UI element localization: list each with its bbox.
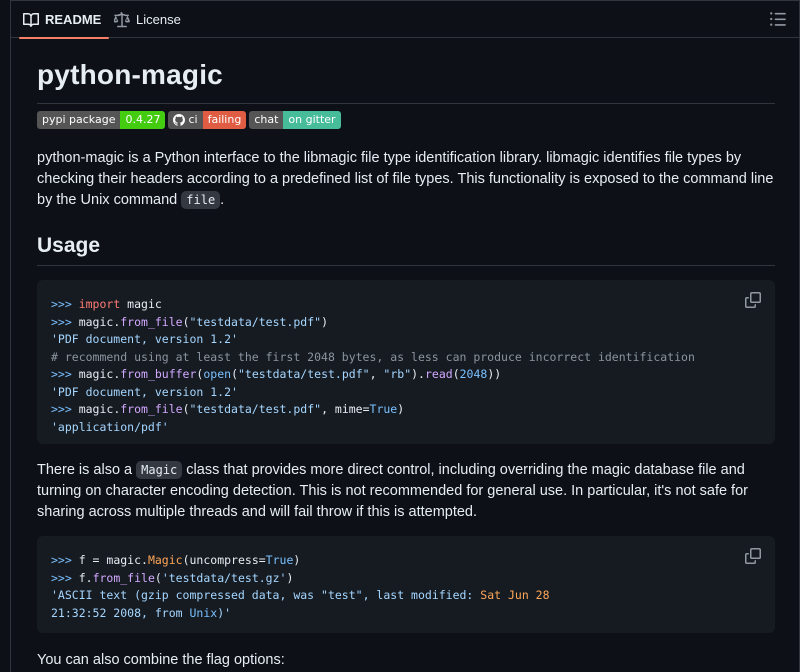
code-line: # recommend using at least the first 204… xyxy=(51,349,695,364)
scale-icon xyxy=(114,11,130,28)
ci-badge[interactable]: ci failing xyxy=(168,111,247,129)
ci-badge-status: failing xyxy=(202,111,247,129)
readme-panel: README License python-magic pypi package… xyxy=(10,0,800,672)
copy-button[interactable] xyxy=(745,548,761,564)
list-unordered-icon xyxy=(770,12,786,26)
code-line: >>> magic.from_buffer(open("testdata/tes… xyxy=(51,367,502,381)
code-line: >>> f = magic.Magic(uncompress=True) xyxy=(51,553,301,567)
title-divider xyxy=(37,103,775,104)
code-block-magic-class: >>> f = magic.Magic(uncompress=True) >>> … xyxy=(37,536,775,633)
magic-class-paragraph: There is also a Magic class that provide… xyxy=(37,460,777,523)
github-logo-icon xyxy=(173,114,186,126)
copy-icon xyxy=(745,548,761,564)
combine-flags-paragraph: You can also combine the flag options: xyxy=(37,652,285,668)
readme-tabbar: README License xyxy=(11,1,800,39)
usage-divider xyxy=(37,265,775,266)
code-block-usage: >>> import magic >>> magic.from_file("tes… xyxy=(37,280,775,444)
code-line: >>> f.from_file('testdata/test.gz') xyxy=(51,570,294,585)
gitter-badge-value: on gitter xyxy=(283,111,341,129)
pypi-badge[interactable]: pypi package 0.4.27 xyxy=(37,111,166,129)
book-icon xyxy=(23,12,39,28)
code-line: >>> import magic xyxy=(51,297,162,311)
tab-license-label: License xyxy=(136,12,181,27)
tab-license[interactable]: License xyxy=(114,1,181,38)
code-line: >>> magic.from_file("testdata/test.pdf",… xyxy=(51,402,405,416)
copy-icon xyxy=(745,292,761,308)
ci-badge-label-wrap: ci xyxy=(168,111,203,129)
tab-readme[interactable]: README xyxy=(18,1,110,39)
intro-paragraph: python-magic is a Python interface to th… xyxy=(37,148,777,211)
tab-readme-label: README xyxy=(45,12,102,27)
code-lines: >>> f = magic.Magic(uncompress=True) >>> … xyxy=(51,552,550,622)
gitter-badge[interactable]: chat on gitter xyxy=(249,111,341,129)
gitter-badge-label: chat xyxy=(249,111,284,129)
pypi-badge-label: pypi package xyxy=(37,111,121,129)
badge-row: pypi package 0.4.27 ci failing chat on g… xyxy=(37,111,341,129)
inline-code-magic: Magic xyxy=(136,461,183,479)
outline-button[interactable] xyxy=(769,10,787,28)
code-line: 'PDF document, version 1.2' xyxy=(51,384,238,399)
intro-text: python-magic is a Python interface to th… xyxy=(37,150,774,208)
intro-end: . xyxy=(220,192,225,208)
para2-text-a: There is also a xyxy=(37,462,137,478)
code-line: 21:32:52 2008, from Unix)' xyxy=(51,605,232,620)
page-title: python-magic xyxy=(37,59,223,90)
inline-code-file: file xyxy=(181,191,221,209)
copy-button[interactable] xyxy=(745,292,761,308)
usage-heading: Usage xyxy=(37,234,101,257)
code-lines: >>> import magic >>> magic.from_file("tes… xyxy=(51,296,695,436)
code-line: 'application/pdf' xyxy=(51,419,169,434)
pypi-badge-version: 0.4.27 xyxy=(120,111,166,129)
ci-badge-label: ci xyxy=(188,113,198,126)
code-line: 'ASCII text (gzip compressed data, was "… xyxy=(51,588,550,602)
code-line: 'PDF document, version 1.2' xyxy=(51,332,238,346)
code-line: >>> magic.from_file("testdata/test.pdf") xyxy=(51,314,328,329)
